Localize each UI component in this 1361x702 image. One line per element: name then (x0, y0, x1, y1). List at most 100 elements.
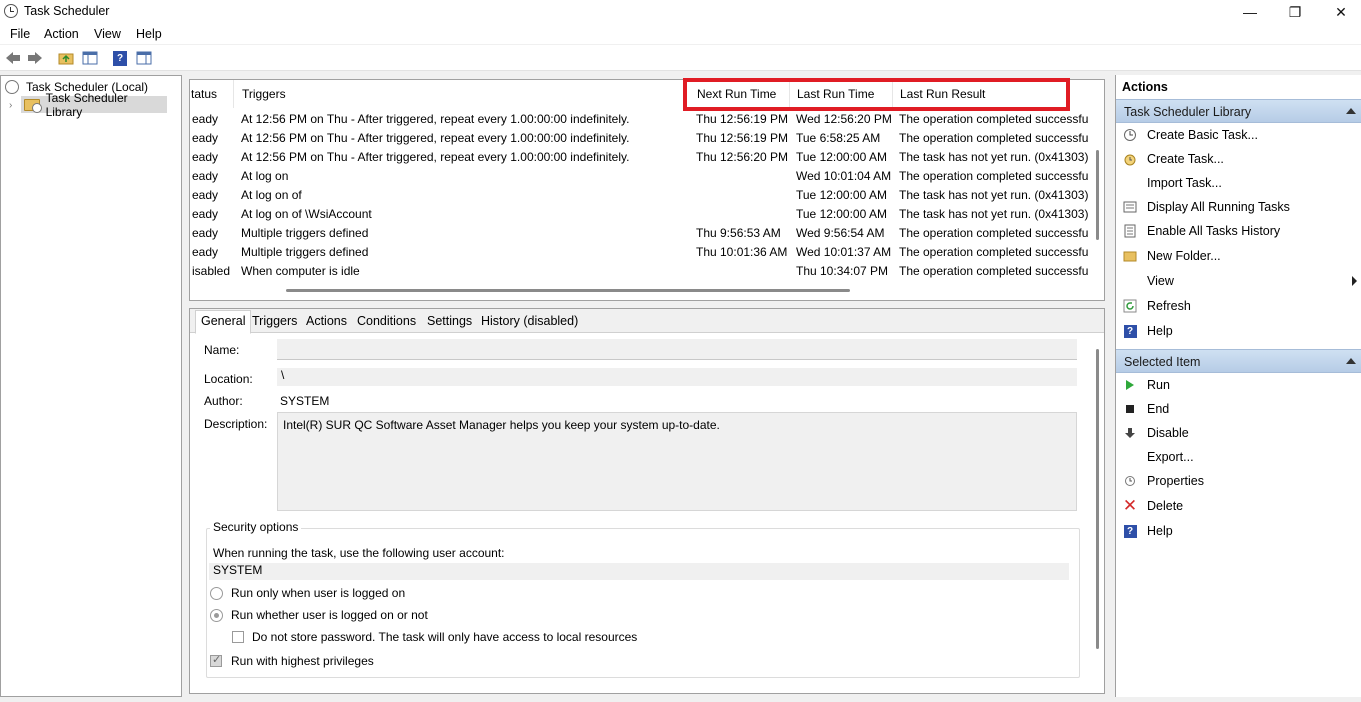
action-enable-history-label: Enable All Tasks History (1147, 224, 1281, 238)
action-import-task-label: Import Task... (1147, 176, 1222, 190)
help-icon: ? (1123, 524, 1137, 538)
action-enable-history[interactable]: Enable All Tasks History (1116, 219, 1361, 243)
chevron-right-icon[interactable]: › (9, 100, 12, 111)
collapse-arrow-icon[interactable] (1346, 358, 1356, 364)
help-icon[interactable]: ? (111, 49, 129, 67)
menu-bar: File Action View Help (0, 24, 1361, 44)
action-help-selected[interactable]: ? Help (1116, 519, 1361, 543)
table-row[interactable]: eady At 12:56 PM on Thu - After triggered… (190, 148, 1104, 167)
action-disable[interactable]: Disable (1116, 421, 1361, 445)
name-field[interactable] (277, 339, 1077, 360)
radio-logged-on[interactable] (210, 587, 223, 600)
console-tree: Task Scheduler (Local) › Task Scheduler … (0, 75, 182, 697)
table-row[interactable]: eady Multiple triggers defined Thu 10:01:3… (190, 243, 1104, 262)
table-row[interactable]: eady At 12:56 PM on Thu - After triggered… (190, 110, 1104, 129)
horizontal-scrollbar[interactable] (286, 289, 850, 292)
cell-status: eady (192, 245, 219, 259)
cell-last-run-result: The operation completed successfu (899, 245, 1089, 259)
tab-history[interactable]: History (disabled) (476, 312, 583, 333)
cell-last-run-time: Wed 10:01:37 AM (796, 245, 892, 259)
tab-actions[interactable]: Actions (301, 312, 352, 333)
cell-trigger: At 12:56 PM on Thu - After triggered, re… (241, 112, 630, 126)
menu-help[interactable]: Help (136, 27, 162, 41)
column-triggers[interactable]: Triggers (235, 80, 685, 108)
highlight-box (683, 78, 1070, 111)
user-account-field: SYSTEM (209, 563, 1069, 580)
action-create-basic-task[interactable]: Create Basic Task... (1116, 123, 1361, 147)
table-row[interactable]: eady At log on Wed 10:01:04 AM The operatio… (190, 167, 1104, 186)
help-icon: ? (1123, 324, 1137, 338)
clock-app-icon (4, 4, 18, 18)
stop-icon (1123, 402, 1137, 416)
cell-status: eady (192, 169, 219, 183)
cell-last-run-time: Tue 12:00:00 AM (796, 207, 887, 221)
center-pane: tatus Triggers Next Run Time Last Run Ti… (186, 75, 1110, 697)
table-row[interactable]: eady At log on of \WsiAccount Tue 12:00:00… (190, 205, 1104, 224)
vertical-scrollbar[interactable] (1096, 150, 1099, 240)
checkbox-no-store-password[interactable] (232, 631, 244, 643)
back-arrow-icon[interactable] (4, 49, 22, 67)
action-create-task-label: Create Task... (1147, 152, 1224, 166)
show-hide-console-tree-icon[interactable] (81, 49, 99, 67)
tab-triggers[interactable]: Triggers (247, 312, 302, 333)
action-run[interactable]: Run (1116, 373, 1361, 397)
menu-action[interactable]: Action (44, 27, 79, 41)
cell-trigger: When computer is idle (241, 264, 360, 278)
checkbox-highest-privileges[interactable] (210, 653, 222, 667)
actions-title: Actions (1122, 80, 1168, 94)
cell-next-run-time (696, 205, 792, 224)
tree-item-library[interactable]: Task Scheduler Library (21, 91, 167, 119)
action-delete-label: Delete (1147, 499, 1184, 513)
minimize-button[interactable]: — (1227, 0, 1273, 24)
close-button[interactable]: ✕ (1318, 0, 1361, 24)
menu-view[interactable]: View (94, 27, 121, 41)
action-end[interactable]: End (1116, 397, 1361, 421)
action-import-task[interactable]: Import Task... (1116, 171, 1361, 195)
table-row[interactable]: eady At log on of Tue 12:00:00 AM The task … (190, 186, 1104, 205)
cell-trigger: At log on of \WsiAccount (241, 207, 372, 221)
action-create-basic-task-label: Create Basic Task... (1147, 128, 1258, 142)
collapse-arrow-icon[interactable] (1346, 108, 1356, 114)
section-task-scheduler-library[interactable]: Task Scheduler Library (1116, 99, 1361, 123)
up-folder-icon[interactable] (57, 49, 75, 67)
cell-next-run-time: Thu 9:56:53 AM (696, 226, 781, 240)
action-export[interactable]: Export... (1116, 445, 1361, 469)
table-row[interactable]: eady At 12:56 PM on Thu - After triggered… (190, 129, 1104, 148)
radio-whether-logged-on-label: Run whether user is logged on or not (231, 608, 428, 622)
action-view-label: View (1147, 274, 1174, 288)
section-selected-item[interactable]: Selected Item (1116, 349, 1361, 373)
description-field[interactable]: Intel(R) SUR QC Software Asset Manager h… (277, 412, 1077, 511)
radio-logged-on-label: Run only when user is logged on (231, 586, 406, 600)
menu-file[interactable]: File (10, 27, 30, 41)
action-create-task[interactable]: Create Task... (1116, 147, 1361, 171)
action-refresh-label: Refresh (1147, 299, 1191, 313)
restore-button[interactable]: ❐ (1272, 0, 1318, 24)
action-disable-label: Disable (1147, 426, 1189, 440)
cell-last-run-result: The operation completed successfu (899, 169, 1089, 183)
action-delete[interactable]: ✕ Delete (1116, 494, 1361, 518)
table-row[interactable]: eady Multiple triggers defined Thu 9:56:53… (190, 224, 1104, 243)
action-new-folder[interactable]: New Folder... (1116, 244, 1361, 268)
table-row[interactable]: isabled When computer is idle Thu 10:34:07… (190, 262, 1104, 281)
action-refresh[interactable]: Refresh (1116, 294, 1361, 318)
action-help[interactable]: ? Help (1116, 319, 1361, 343)
column-status[interactable]: tatus (190, 80, 234, 108)
tab-settings[interactable]: Settings (422, 312, 477, 333)
action-display-running[interactable]: Display All Running Tasks (1116, 195, 1361, 219)
cell-last-run-result: The operation completed successfu (899, 131, 1089, 145)
clock-icon (5, 79, 19, 94)
task-list: tatus Triggers Next Run Time Last Run Ti… (189, 79, 1105, 301)
show-hide-action-pane-icon[interactable] (135, 49, 153, 67)
radio-whether-logged-on[interactable] (210, 609, 223, 622)
cell-next-run-time (696, 167, 792, 186)
details-vertical-scrollbar[interactable] (1096, 349, 1099, 649)
action-view[interactable]: View (1116, 269, 1361, 293)
tab-general[interactable]: General (195, 310, 252, 334)
cell-next-run-time: Thu 10:01:36 AM (696, 245, 788, 259)
cell-last-run-time: Tue 12:00:00 AM (796, 188, 887, 202)
tab-conditions[interactable]: Conditions (352, 312, 421, 333)
forward-arrow-icon[interactable] (26, 49, 44, 67)
cell-last-run-result: The operation completed successfu (899, 226, 1089, 240)
action-properties[interactable]: Properties (1116, 469, 1361, 493)
cell-trigger: At 12:56 PM on Thu - After triggered, re… (241, 131, 630, 145)
